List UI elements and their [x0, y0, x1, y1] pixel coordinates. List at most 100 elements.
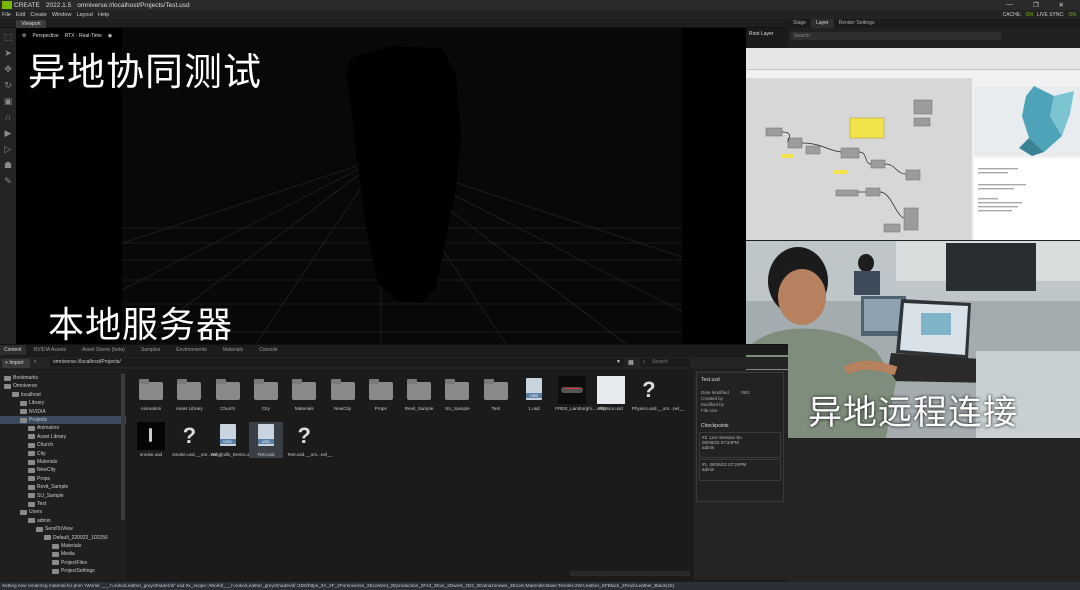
- asset-item[interactable]: Windmills_Demo.usd: [211, 422, 254, 458]
- grid-view-icon[interactable]: ▦: [628, 359, 634, 366]
- physics-icon[interactable]: ☗: [3, 160, 13, 170]
- asset-item[interactable]: Asset Library: [172, 376, 206, 412]
- tree-item[interactable]: Bookmarks: [4, 374, 38, 382]
- asset-item[interactable]: Revit_Sample: [402, 376, 436, 412]
- tab-console[interactable]: Console: [251, 345, 285, 355]
- asset-item[interactable]: Church: [211, 376, 245, 412]
- content-search-input[interactable]: Search: [640, 358, 690, 367]
- live-sync-value[interactable]: ON: [1069, 12, 1077, 18]
- tree-item[interactable]: City: [28, 450, 46, 458]
- path-dropdown-icon[interactable]: ▼: [616, 359, 621, 365]
- tree-item[interactable]: Projects: [20, 416, 47, 424]
- tab-stage[interactable]: Stage: [788, 19, 811, 28]
- asset-item[interactable]: Animation: [134, 376, 168, 412]
- menu-layout[interactable]: Layout: [76, 12, 93, 18]
- menu-help[interactable]: Help: [98, 12, 109, 18]
- move-icon[interactable]: ✥: [3, 64, 13, 74]
- tree-item[interactable]: Animation: [28, 424, 59, 432]
- asset-item[interactable]: Test.usd: [248, 422, 283, 458]
- app-version: 2022.1.5: [45, 1, 72, 9]
- tree-item-label: Asset Library: [37, 433, 67, 440]
- tree-item[interactable]: Test: [28, 500, 46, 508]
- tab-layer[interactable]: Layer: [811, 19, 834, 28]
- rotate-icon[interactable]: ↻: [3, 80, 13, 90]
- tab-viewport[interactable]: Viewport: [16, 20, 46, 28]
- checkpoints-header[interactable]: Checkpoints: [701, 423, 729, 429]
- tree-item[interactable]: Materials: [52, 542, 81, 550]
- pointer-icon[interactable]: ➤: [3, 48, 13, 58]
- tree-item[interactable]: ProjectFiles: [52, 559, 87, 567]
- tree-item[interactable]: admin: [28, 517, 51, 525]
- tree-item[interactable]: SU_Sample: [28, 492, 64, 500]
- tree-item[interactable]: Revit_Sample: [28, 483, 68, 491]
- root-layer-item[interactable]: Root Layer: [746, 29, 788, 39]
- tree-item[interactable]: localhost: [12, 391, 41, 399]
- asset-item[interactable]: 1.usd: [517, 376, 551, 412]
- asset-item[interactable]: ? Test.usd.__om...nel__: [287, 422, 332, 458]
- folder-tree: Bookmarks Omniverse localhost Library NVIDIA…: [0, 370, 126, 580]
- tree-item[interactable]: Asset Library: [28, 433, 66, 441]
- property-panel: [788, 439, 1080, 590]
- tab-environments[interactable]: Environments: [168, 345, 215, 355]
- close-icon[interactable]: ✕: [1059, 1, 1064, 9]
- tab-nvidia-assets[interactable]: NVIDIA Assets: [26, 345, 75, 355]
- tree-item[interactable]: Church: [28, 441, 53, 449]
- tree-item[interactable]: SendToView: [36, 525, 73, 533]
- asset-item[interactable]: Materials: [287, 376, 321, 412]
- checkpoint-item[interactable]: #2. Live Session Sn 09/26/22 07:24PM adm…: [699, 432, 781, 458]
- import-button[interactable]: + Import: [2, 358, 30, 368]
- menu-create[interactable]: Create: [30, 12, 47, 18]
- asset-item[interactable]: Props: [364, 376, 398, 412]
- tab-render-settings[interactable]: Render Settings: [834, 19, 880, 28]
- asset-item[interactable]: smoke.usd: [134, 422, 168, 458]
- asset-item[interactable]: Test: [479, 376, 513, 412]
- asset-item[interactable]: SU_Sample: [440, 376, 474, 412]
- play-icon[interactable]: ▶: [3, 128, 13, 138]
- asset-item[interactable]: Physics.usd: [594, 376, 628, 412]
- tree-item[interactable]: Default_220922_102256: [44, 534, 108, 542]
- asset-label: Test: [491, 406, 500, 411]
- cache-value[interactable]: ON: [1025, 12, 1033, 18]
- menu-file[interactable]: File: [2, 12, 11, 18]
- asset-item[interactable]: ? Physics.usd.__om...nel__: [632, 376, 684, 412]
- eye-icon[interactable]: ◉: [108, 33, 112, 39]
- tab-materials[interactable]: Materials: [215, 345, 251, 355]
- asset-item[interactable]: NewCity: [326, 376, 360, 412]
- camera-label[interactable]: Perspective: [32, 33, 58, 39]
- tree-item[interactable]: Library: [20, 399, 44, 407]
- maximize-icon[interactable]: ❐: [1033, 1, 1039, 9]
- asset-item[interactable]: City: [249, 376, 283, 412]
- tree-item[interactable]: Omniverse: [4, 382, 37, 390]
- tree-item[interactable]: NewCity: [28, 466, 56, 474]
- title-bar: CREATE 2022.1.5 omniverse://localhost/Pr…: [0, 0, 1080, 10]
- tab-asset-stores[interactable]: Asset Stores (beta): [74, 345, 133, 355]
- tree-scrollbar[interactable]: [121, 374, 125, 520]
- asset-item[interactable]: FREE_Lamborghi....usdz: [555, 376, 607, 412]
- tab-samples[interactable]: Samples: [133, 345, 168, 355]
- question-mark-icon: ?: [297, 423, 311, 448]
- tree-item[interactable]: NVIDIA: [20, 408, 46, 416]
- tree-item[interactable]: Props: [28, 475, 50, 483]
- tab-content[interactable]: Content: [0, 345, 26, 355]
- scale-icon[interactable]: ▣: [3, 96, 13, 106]
- select-icon[interactable]: ⬚: [3, 32, 13, 42]
- paint-icon[interactable]: ✎: [3, 176, 13, 186]
- back-icon[interactable]: ‹: [34, 359, 36, 365]
- tree-item[interactable]: Users: [20, 508, 42, 516]
- step-icon[interactable]: ▷: [3, 144, 13, 154]
- tree-item[interactable]: Media: [52, 550, 75, 558]
- renderer-label[interactable]: RTX - Real-Time: [65, 33, 102, 39]
- minimize-icon[interactable]: —: [1006, 1, 1013, 9]
- menu-edit[interactable]: Edit: [16, 12, 25, 18]
- checkpoint-item[interactable]: #1. 09/26/22 07:24PM admin: [699, 459, 781, 481]
- viewport-settings-icon[interactable]: ⚙: [22, 33, 26, 39]
- layer-search-input[interactable]: Search: [791, 32, 1001, 40]
- horizontal-scrollbar[interactable]: [570, 571, 690, 576]
- asset-item[interactable]: ? smoke.usd.__om...nel__: [172, 422, 222, 458]
- tree-item[interactable]: ProjectSettings: [52, 567, 95, 575]
- tree-item[interactable]: Materials: [28, 458, 57, 466]
- detail-date-label: Date Modified: [701, 390, 729, 395]
- snap-icon[interactable]: ∩: [3, 112, 13, 122]
- menu-window[interactable]: Window: [52, 12, 72, 18]
- path-input[interactable]: omniverse://localhost/Projects/: [50, 358, 624, 367]
